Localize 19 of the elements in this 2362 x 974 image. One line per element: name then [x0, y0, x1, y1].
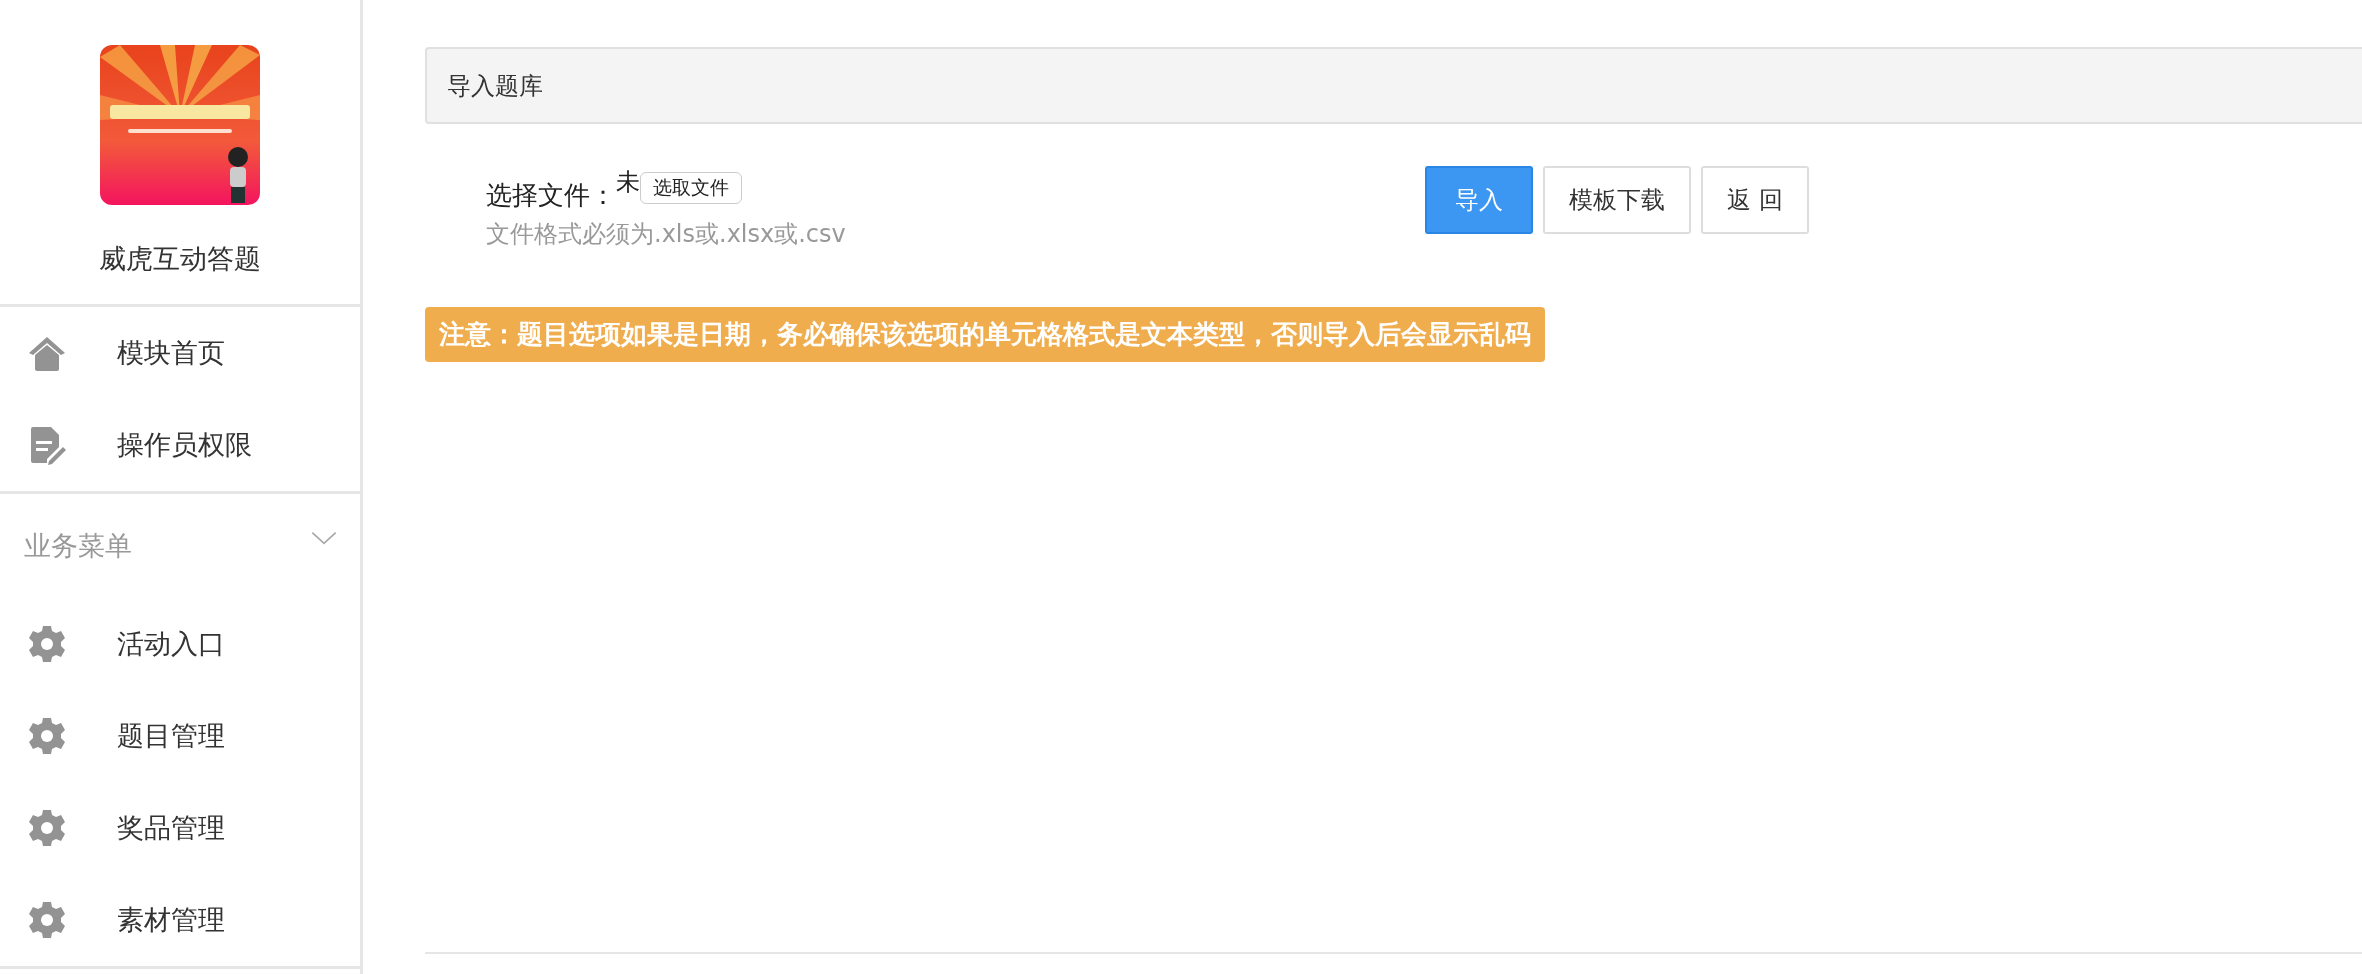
- gear-icon: [27, 716, 67, 756]
- field-label: 选择文件：: [486, 179, 616, 212]
- hint-text: 文件格式必须为.xls或.xlsx或.csv: [486, 219, 847, 250]
- file-status: 未: [616, 167, 640, 198]
- menu-item[interactable]: 奖品管理: [0, 782, 360, 874]
- gear-icon: [27, 900, 67, 940]
- panel-title: 导入题库: [425, 47, 2362, 124]
- menu-item[interactable]: 活动入口: [0, 598, 360, 690]
- choose-file-button[interactable]: 选取文件: [640, 172, 742, 204]
- menu-item[interactable]: 素材管理: [0, 874, 360, 966]
- app-name: 威虎互动答题: [99, 242, 261, 276]
- gear-icon: [27, 808, 67, 848]
- action-button[interactable]: 返 回: [1701, 166, 1809, 234]
- menu-item[interactable]: 题目管理: [0, 690, 360, 782]
- warning-label: 注意：题目选项如果是日期，务必确保该选项的单元格格式是文本类型，否则导入后会显示乱码: [425, 307, 1545, 362]
- menu-item[interactable]: 操作员权限: [0, 399, 360, 491]
- menu-item[interactable]: 模块首页: [0, 307, 360, 399]
- gear-icon: [27, 624, 67, 664]
- action-button[interactable]: 模板下载: [1543, 166, 1691, 234]
